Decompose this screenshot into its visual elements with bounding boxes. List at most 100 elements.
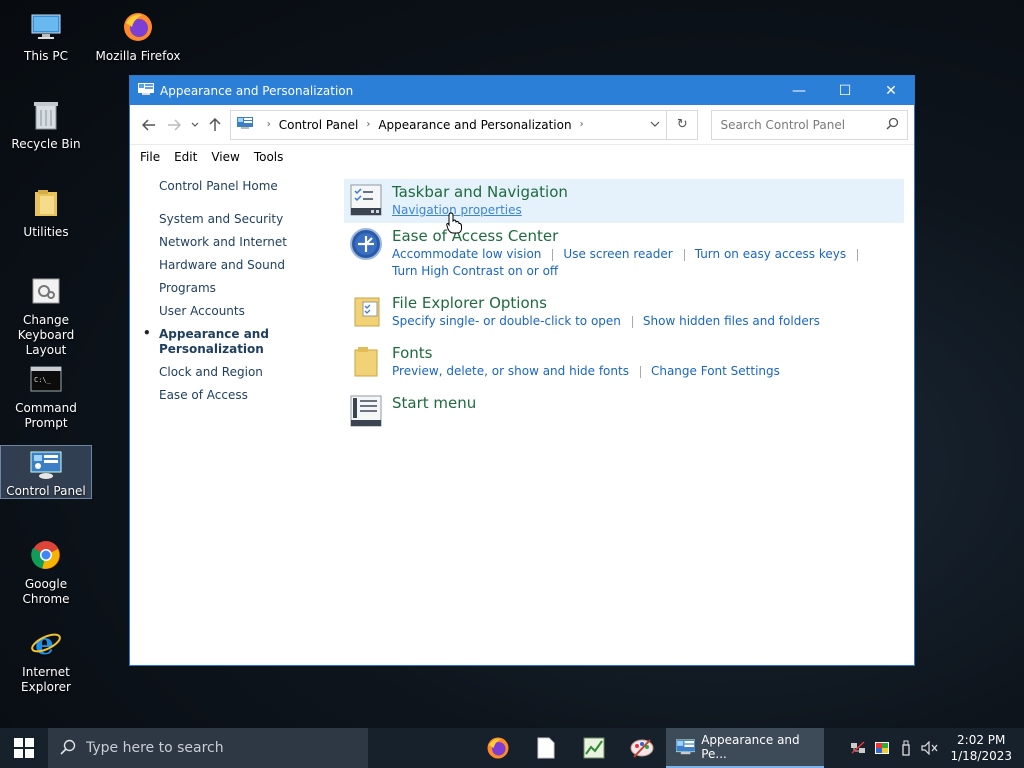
control-panel-window: Appearance and Personalization — ☐ ✕ › C…	[129, 75, 915, 666]
breadcrumb-chevron-icon[interactable]: ›	[580, 119, 584, 130]
svg-text:C:\_: C:\_	[34, 376, 52, 384]
taskbar-active-window[interactable]: Appearance and Pe...	[666, 728, 824, 768]
taskbar-clock[interactable]: 2:02 PM 1/18/2023	[942, 732, 1024, 764]
desktop-icon-label: Change Keyboard Layout	[17, 313, 75, 357]
search-box[interactable]	[711, 109, 909, 140]
nav-user-accounts[interactable]: User Accounts	[159, 300, 329, 323]
breadcrumb-chevron-icon[interactable]: ›	[267, 119, 271, 130]
category-title[interactable]: Fonts	[392, 343, 802, 363]
desktop-icon-google-chrome[interactable]: Google Chrome	[0, 533, 92, 611]
breadcrumb-appearance[interactable]: Appearance and Personalization	[378, 118, 571, 132]
ease-of-access-icon	[348, 226, 384, 262]
taskbar-search[interactable]	[48, 728, 368, 768]
category-start-menu: Start menu	[344, 390, 904, 433]
volume-muted-icon[interactable]	[918, 741, 942, 755]
search-icon	[60, 739, 76, 758]
taskbar-firefox[interactable]	[474, 728, 522, 768]
breadcrumb-chevron-icon[interactable]: ›	[366, 119, 370, 130]
menu-edit[interactable]: Edit	[174, 150, 197, 164]
taskbar: Appearance and Pe... 2:02 PM 1/18/2023	[0, 728, 1024, 768]
category-list: Taskbar and Navigation Navigation proper…	[344, 169, 904, 433]
desktop-icon-recycle-bin[interactable]: Recycle Bin	[0, 93, 92, 156]
window-title: Appearance and Personalization	[160, 83, 354, 98]
search-input[interactable]	[720, 117, 887, 132]
forward-button[interactable]	[161, 112, 186, 138]
desktop-icon-command-prompt[interactable]: C:\_ Command Prompt	[0, 357, 92, 435]
desktop-icon-control-panel[interactable]: Control Panel	[0, 445, 92, 499]
close-button[interactable]: ✕	[868, 76, 914, 105]
category-file-explorer-options: File Explorer Options Specify single- or…	[344, 290, 904, 334]
category-ease-of-access-center: Ease of Access Center Accommodate low vi…	[344, 223, 904, 284]
maximize-button[interactable]: ☐	[822, 76, 868, 105]
desktop-icon-utilities[interactable]: Utilities	[0, 181, 92, 244]
taskbar-paint[interactable]	[618, 728, 666, 768]
command-prompt-icon: C:\_	[28, 361, 64, 397]
chrome-icon	[28, 537, 64, 573]
svg-text:e: e	[35, 627, 54, 659]
back-button[interactable]	[136, 112, 161, 138]
nav-ease-of-access[interactable]: Ease of Access	[159, 384, 329, 407]
left-navigation: Control Panel Home System and Security N…	[143, 175, 329, 407]
menu-tools[interactable]: Tools	[254, 150, 284, 164]
desktop-icon-label: Command Prompt	[15, 401, 77, 430]
refresh-button[interactable]: ↻	[667, 109, 699, 140]
system-tray: 2:02 PM 1/18/2023	[846, 728, 1024, 768]
taskbar-search-input[interactable]	[86, 740, 336, 756]
link-change-font-settings[interactable]: Change Font Settings	[651, 363, 780, 380]
desktop-icon-label: Recycle Bin	[11, 137, 81, 151]
firefox-icon	[487, 737, 509, 759]
category-title[interactable]: File Explorer Options	[392, 293, 842, 313]
category-taskbar-and-navigation: Taskbar and Navigation Navigation proper…	[344, 179, 904, 223]
recent-locations-chevron-icon[interactable]	[187, 112, 203, 138]
menu-file[interactable]: File	[140, 150, 160, 164]
category-title[interactable]: Ease of Access Center	[392, 226, 900, 246]
title-bar[interactable]: Appearance and Personalization — ☐ ✕	[130, 76, 914, 105]
breadcrumb-control-panel[interactable]: Control Panel	[279, 118, 359, 132]
desktop-icon-this-pc[interactable]: This PC	[0, 5, 92, 68]
desktop-icon-label: Utilities	[23, 225, 69, 239]
nav-control-panel-home[interactable]: Control Panel Home	[159, 175, 329, 198]
menu-view[interactable]: View	[211, 150, 239, 164]
category-title[interactable]: Start menu	[392, 393, 476, 413]
link-preview-fonts[interactable]: Preview, delete, or show and hide fonts	[392, 363, 641, 380]
fonts-folder-icon	[348, 343, 384, 379]
folder-options-icon	[348, 293, 384, 329]
start-button[interactable]	[0, 728, 48, 768]
control-panel-address-icon	[236, 116, 253, 133]
display-tray-icon[interactable]	[870, 741, 894, 755]
nav-appearance-and-personalization[interactable]: Appearance and Personalization	[143, 323, 329, 361]
search-icon[interactable]	[886, 117, 899, 133]
address-row: › Control Panel › Appearance and Persona…	[130, 105, 914, 145]
link-accommodate-low-vision[interactable]: Accommodate low vision	[392, 246, 554, 263]
link-show-hidden-files[interactable]: Show hidden files and folders	[643, 313, 820, 330]
nav-network-and-internet[interactable]: Network and Internet	[159, 231, 329, 254]
link-turn-on-easy-access-keys[interactable]: Turn on easy access keys	[695, 246, 859, 263]
usb-tray-icon[interactable]	[894, 740, 918, 756]
nav-hardware-and-sound[interactable]: Hardware and Sound	[159, 254, 329, 277]
menu-bar: File Edit View Tools	[130, 145, 914, 169]
control-panel-app-icon	[138, 82, 154, 99]
desktop-icon-firefox[interactable]: Mozilla Firefox	[92, 5, 184, 68]
windows-logo-icon	[14, 738, 34, 758]
minimize-button[interactable]: —	[776, 76, 822, 105]
computer-icon	[28, 9, 64, 45]
address-bar[interactable]: › Control Panel › Appearance and Persona…	[229, 109, 668, 140]
address-dropdown-icon[interactable]	[650, 119, 660, 130]
network-tray-icon[interactable]	[846, 741, 870, 755]
nav-system-and-security[interactable]: System and Security	[159, 208, 329, 231]
desktop-icon-change-keyboard-layout[interactable]: Change Keyboard Layout	[0, 269, 92, 362]
desktop-icon-label: Mozilla Firefox	[95, 49, 181, 63]
link-use-screen-reader[interactable]: Use screen reader	[563, 246, 686, 263]
link-turn-high-contrast[interactable]: Turn High Contrast on or off	[392, 263, 558, 280]
taskbar-task-manager[interactable]	[570, 728, 618, 768]
category-title[interactable]: Taskbar and Navigation	[392, 182, 568, 202]
up-button[interactable]	[202, 112, 227, 138]
taskbar-notepad[interactable]	[522, 728, 570, 768]
clock-time: 2:02 PM	[957, 733, 1006, 747]
control-panel-icon	[676, 739, 696, 755]
nav-programs[interactable]: Programs	[159, 277, 329, 300]
category-fonts: Fonts Preview, delete, or show and hide …	[344, 340, 904, 384]
link-single-or-double-click[interactable]: Specify single- or double-click to open	[392, 313, 633, 330]
nav-clock-and-region[interactable]: Clock and Region	[159, 361, 329, 384]
desktop-icon-internet-explorer[interactable]: e Internet Explorer	[0, 621, 92, 699]
